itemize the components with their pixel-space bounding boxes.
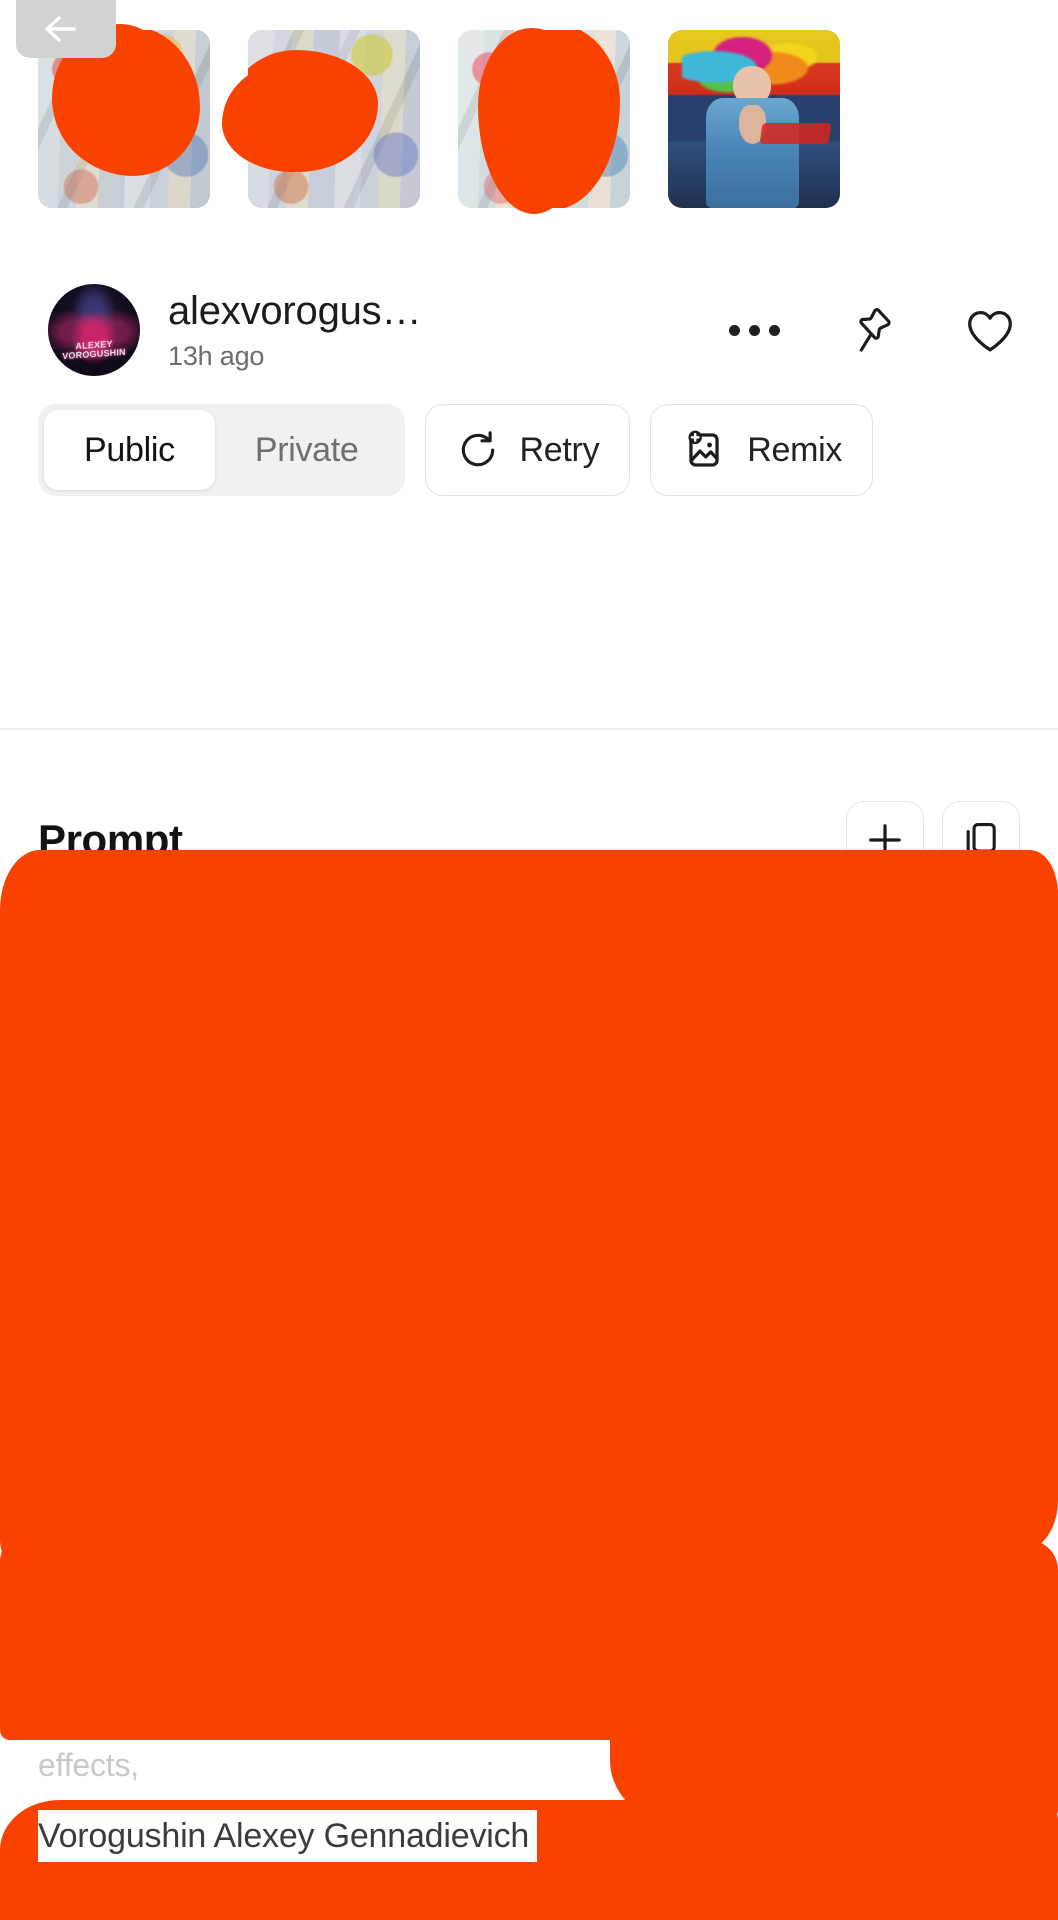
more-options-button[interactable] xyxy=(724,300,784,360)
image-plus-icon xyxy=(688,430,719,467)
section-divider xyxy=(0,728,1058,730)
detail-screen: ALEXEY VOROGUSHIN alexvorogus… 13h ago P… xyxy=(0,0,1058,1920)
arrow-left-icon xyxy=(45,16,76,42)
thumbnail-strip xyxy=(38,30,1038,210)
visibility-option-private[interactable]: Private xyxy=(215,410,399,490)
author-actions xyxy=(724,278,1020,382)
author-row: ALEXEY VOROGUSHIN alexvorogus… 13h ago xyxy=(0,278,1058,382)
thumbnail-image-4 xyxy=(668,30,840,208)
pin-button[interactable] xyxy=(842,300,902,360)
remix-label: Remix xyxy=(747,430,843,469)
author-text: alexvorogus… 13h ago xyxy=(168,288,421,372)
pin-icon xyxy=(859,308,891,352)
thumbnail-item[interactable] xyxy=(458,30,630,208)
back-button[interactable] xyxy=(16,0,116,58)
poster-banner-shape xyxy=(759,122,832,144)
more-horizontal-icon xyxy=(728,324,780,336)
author-timestamp: 13h ago xyxy=(168,341,265,371)
like-button[interactable] xyxy=(960,300,1020,360)
thumbnail-image-3 xyxy=(458,30,630,208)
retry-button[interactable]: Retry xyxy=(424,404,631,496)
action-row: Public Private Retry Remix xyxy=(38,404,874,496)
visibility-option-public[interactable]: Public xyxy=(44,410,215,490)
visibility-segmented-control: Public Private xyxy=(38,404,405,496)
thumbnail-item[interactable] xyxy=(248,30,420,208)
thumbnail-image-2 xyxy=(248,30,420,208)
avatar[interactable]: ALEXEY VOROGUSHIN xyxy=(48,284,140,376)
prompt-ghost-text: effects, xyxy=(38,1747,139,1783)
avatar-glow xyxy=(48,284,140,376)
thumbnail-item[interactable] xyxy=(668,30,840,208)
prompt-visible-text: Vorogushin Alexey Gennadievich xyxy=(38,1810,538,1862)
remix-button[interactable]: Remix xyxy=(650,404,874,496)
heart-icon xyxy=(968,310,1012,352)
author-name[interactable]: alexvorogus… xyxy=(168,288,421,334)
retry-label: Retry xyxy=(519,430,600,469)
rotate-ccw-icon xyxy=(461,431,494,467)
